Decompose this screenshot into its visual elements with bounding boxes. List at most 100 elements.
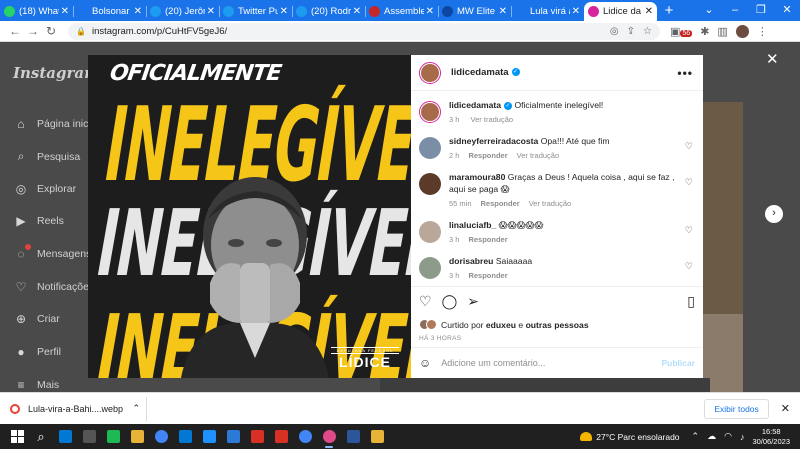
share-plane-icon[interactable]: ➢ <box>467 293 479 310</box>
commenter-avatar[interactable] <box>419 173 441 195</box>
reply-link[interactable]: Responder <box>468 271 507 280</box>
download-filename[interactable]: Lula-vira-a-Bahi....webp <box>28 404 132 414</box>
more-options-icon[interactable]: ••• <box>677 66 693 80</box>
taskbar-app-icon[interactable] <box>366 426 388 448</box>
taskbar-app-icon[interactable] <box>270 426 292 448</box>
save-bookmark-icon[interactable]: ▯ <box>687 293 695 310</box>
commenter-avatar[interactable] <box>419 257 441 279</box>
sidebar-item[interactable]: ◌ Mensagens <box>13 244 91 261</box>
lock-icon[interactable]: 🔒 <box>76 27 86 36</box>
emoji-icon[interactable]: ☺ <box>419 356 431 370</box>
sidebar-item[interactable]: ⌂ Página inicial <box>13 117 99 131</box>
close-icon[interactable]: ✕ <box>766 50 779 68</box>
search-icon[interactable]: ⌕ <box>30 426 52 448</box>
close-icon[interactable]: ✕ <box>781 402 790 415</box>
sidebar-item[interactable]: ▶ Reels <box>13 214 63 228</box>
comment-username[interactable]: sidneyferreiradacosta <box>449 136 538 146</box>
comment-like-heart-icon[interactable]: ♡ <box>685 141 693 152</box>
see-translation-link[interactable]: Ver tradução <box>517 151 560 160</box>
browser-tab[interactable]: Twitter Pu ✕ <box>219 2 292 21</box>
tab-close-icon[interactable]: ✕ <box>353 6 361 17</box>
comment-like-heart-icon[interactable]: ♡ <box>685 177 693 188</box>
restore-button[interactable]: ❐ <box>748 0 774 21</box>
taskbar-app-icon[interactable] <box>150 426 172 448</box>
tab-close-icon[interactable]: ✕ <box>499 6 507 17</box>
show-all-downloads-button[interactable]: Exibir todos <box>704 398 769 419</box>
taskbar-app-icon[interactable] <box>342 426 364 448</box>
reply-link[interactable]: Responder <box>468 151 507 160</box>
profile-avatar[interactable] <box>735 24 749 38</box>
puzzle-icon[interactable]: ✱ <box>700 25 709 38</box>
tab-close-icon[interactable]: ✕ <box>280 6 288 17</box>
reply-link[interactable]: Responder <box>481 199 520 208</box>
back-arrow-icon[interactable]: ← <box>6 24 24 38</box>
liked-others-link[interactable]: outras pessoas <box>526 320 589 330</box>
browser-tab[interactable]: (18) What ✕ <box>0 2 73 21</box>
taskbar-app-icon[interactable] <box>318 426 340 448</box>
see-translation-link[interactable]: Ver tradução <box>529 199 572 208</box>
taskbar-app-icon[interactable] <box>198 426 220 448</box>
google-lens-icon[interactable]: ◎ <box>610 26 619 37</box>
weather-widget[interactable]: 27°C Parc ensolarado <box>580 432 680 442</box>
kebab-menu-icon[interactable]: ⋮ <box>757 25 768 38</box>
commenter-avatar[interactable] <box>419 137 441 159</box>
browser-tab[interactable]: MW Elite | ✕ <box>438 2 511 21</box>
taskbar-app-icon[interactable] <box>126 426 148 448</box>
clock[interactable]: 16:58 30/06/2023 <box>752 427 790 447</box>
share-icon[interactable]: ⇪ <box>627 26 635 37</box>
chevron-up-icon[interactable]: ⌃ <box>692 431 700 442</box>
see-translation-link[interactable]: Ver tradução <box>471 115 514 124</box>
sidebar-item[interactable]: ◎ Explorar <box>13 182 76 196</box>
wifi-icon[interactable]: ◠ <box>724 431 732 442</box>
tab-close-icon[interactable]: ✕ <box>207 6 215 17</box>
close-window-button[interactable]: ✕ <box>774 0 800 21</box>
reload-icon[interactable]: ↻ <box>42 24 60 38</box>
sidebar-item[interactable]: ♡ Notificações <box>13 280 95 294</box>
download-item[interactable]: Lula-vira-a-Bahi....webp ⌃ <box>10 403 140 414</box>
bookmark-star-icon[interactable]: ☆ <box>643 26 652 37</box>
cloud-icon[interactable]: ☁ <box>707 431 716 442</box>
new-tab-button[interactable]: + <box>657 2 681 21</box>
taskbar-app-icon[interactable] <box>174 426 196 448</box>
browser-tab[interactable]: (20) Rodrig✕ <box>292 2 365 21</box>
tab-close-icon[interactable]: ✕ <box>134 6 142 17</box>
speaker-icon[interactable]: ♪ <box>740 432 745 442</box>
url-text[interactable]: instagram.com/p/CuHtFV5geJ6/ <box>92 26 602 37</box>
sidebar-item[interactable]: ⊕ Criar <box>13 312 60 326</box>
comment-time[interactable]: 2 h <box>449 151 459 160</box>
side-panel-icon[interactable]: ▥ <box>717 25 727 38</box>
taskbar-app-icon[interactable] <box>294 426 316 448</box>
taskbar-app-icon[interactable] <box>222 426 244 448</box>
comment-like-heart-icon[interactable]: ♡ <box>685 261 693 272</box>
taskbar-app-icon[interactable] <box>78 426 100 448</box>
comment-time[interactable]: 3 h <box>449 235 459 244</box>
start-button[interactable] <box>6 426 28 448</box>
taskbar-app-icon[interactable] <box>102 426 124 448</box>
instagram-logo[interactable]: Instagram <box>13 64 100 82</box>
tab-close-icon[interactable]: ✕ <box>61 6 69 17</box>
comment-bubble-icon[interactable]: ◯ <box>442 293 458 310</box>
forward-arrow-icon[interactable]: → <box>24 24 42 38</box>
author-avatar[interactable] <box>419 61 441 84</box>
browser-tab[interactable]: Lula virá à ✕ <box>511 2 584 21</box>
taskbar-app-icon[interactable] <box>246 426 268 448</box>
liked-by-user[interactable]: eduxeu <box>486 320 516 330</box>
comment-username[interactable]: linaluciafb_ <box>449 220 496 230</box>
caption-username[interactable]: lidicedamata <box>449 100 501 110</box>
comment-like-heart-icon[interactable]: ♡ <box>685 225 693 236</box>
tab-close-icon[interactable]: ✕ <box>645 6 653 17</box>
sidebar-item[interactable]: ⌕ Pesquisa <box>13 149 81 164</box>
browser-tab[interactable]: (20) Jerôn ✕ <box>146 2 219 21</box>
taskbar-app-icon[interactable] <box>54 426 76 448</box>
comments-list[interactable]: lidicedamata ✓ Oficialmente inelegível! 3… <box>411 91 703 286</box>
browser-tab[interactable]: Assemblei ✕ <box>365 2 438 21</box>
sidebar-item[interactable]: ≡ Mais <box>13 378 59 392</box>
chevron-down-icon[interactable]: ⌄ <box>696 0 722 21</box>
comment-input[interactable]: Adicione um comentário... <box>441 358 661 368</box>
commenter-avatar[interactable] <box>419 221 441 243</box>
caption-time[interactable]: 3 h <box>449 115 459 124</box>
author-username[interactable]: lidicedamata ✓ <box>451 67 677 78</box>
extension-icon[interactable]: ▣ 56 <box>670 25 693 38</box>
tab-close-icon[interactable]: ✕ <box>572 6 580 17</box>
like-heart-icon[interactable]: ♡ <box>419 293 432 310</box>
